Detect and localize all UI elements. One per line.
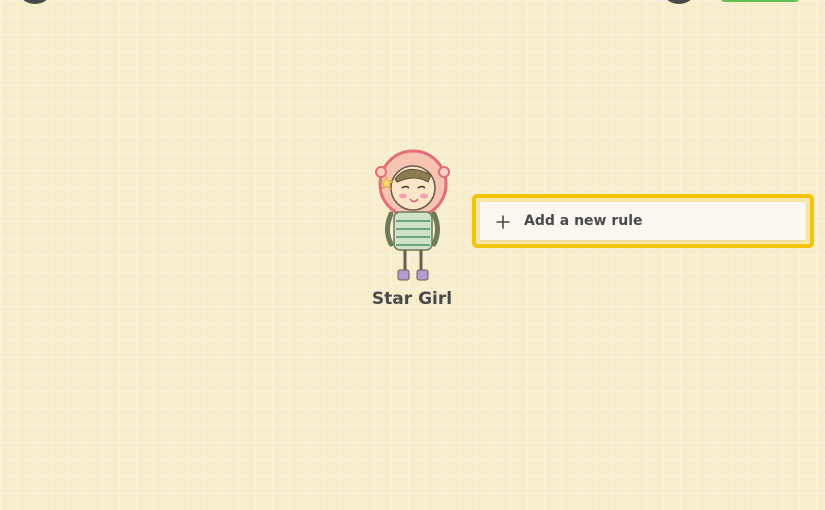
character-name: Star Girl — [371, 289, 453, 309]
star-girl-character[interactable] — [360, 148, 460, 288]
plus-icon — [496, 214, 510, 229]
top-green-button[interactable] — [718, 0, 802, 2]
star-girl-icon — [375, 149, 450, 281]
top-right-button[interactable] — [664, 0, 694, 4]
add-rule-label: Add a new rule — [524, 213, 643, 229]
add-rule-button[interactable]: Add a new rule — [480, 202, 806, 240]
top-left-button[interactable] — [20, 0, 50, 4]
add-rule-highlight: Add a new rule — [472, 194, 814, 248]
